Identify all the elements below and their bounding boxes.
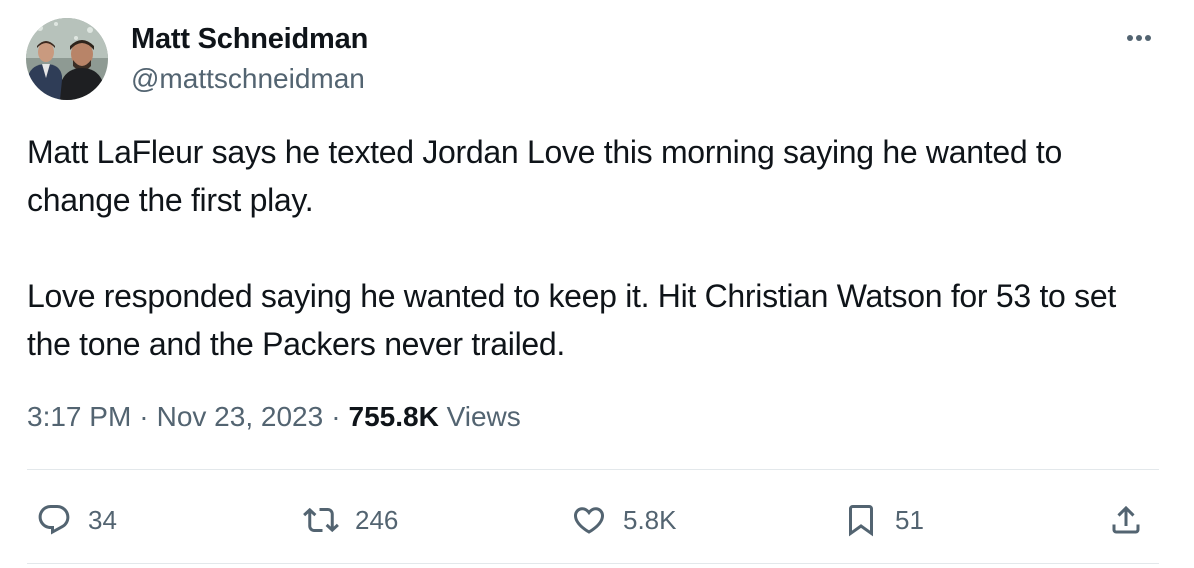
- like-button[interactable]: 5.8K: [571, 496, 677, 544]
- tweet-paragraph: Love responded saying he wanted to keep …: [27, 278, 1116, 362]
- avatar-photo-icon: [26, 18, 108, 100]
- share-upload-icon: [1112, 505, 1140, 534]
- retweet-button[interactable]: 246: [303, 496, 398, 544]
- retweet-icon: [303, 507, 339, 533]
- bookmark-count: 51: [895, 504, 924, 535]
- reply-bubble-icon: [38, 505, 70, 535]
- author-name[interactable]: Matt Schneidman: [131, 22, 368, 56]
- views-count[interactable]: 755.8K: [349, 401, 439, 432]
- bookmark-icon: [849, 505, 873, 537]
- tweet-meta: 3:17 PM · Nov 23, 2023 · 755.8K Views: [27, 399, 521, 435]
- like-count: 5.8K: [623, 504, 677, 535]
- meta-separator: ·: [331, 401, 341, 432]
- views-label: Views: [446, 401, 521, 432]
- tweet-paragraph: Matt LaFleur says he texted Jordan Love …: [27, 134, 1062, 218]
- divider: [27, 469, 1159, 470]
- tweet-time[interactable]: 3:17 PM: [27, 401, 131, 432]
- more-dots-icon: [1127, 35, 1151, 41]
- meta-separator: ·: [139, 401, 149, 432]
- reply-button[interactable]: 34: [36, 496, 117, 544]
- tweet-card: Matt Schneidman @mattschneidman Matt LaF…: [0, 0, 1194, 568]
- bookmark-button[interactable]: 51: [843, 496, 924, 544]
- share-button[interactable]: [1108, 496, 1144, 544]
- reply-count: 34: [88, 504, 117, 535]
- avatar[interactable]: [26, 18, 108, 100]
- more-options-button[interactable]: [1122, 24, 1162, 54]
- tweet-date[interactable]: Nov 23, 2023: [157, 401, 324, 432]
- action-bar: 34 246 5.8K 51: [0, 496, 1194, 544]
- author-handle[interactable]: @mattschneidman: [131, 62, 365, 96]
- divider: [27, 563, 1159, 564]
- tweet-text: Matt LaFleur says he texted Jordan Love …: [27, 128, 1167, 368]
- retweet-count: 246: [355, 504, 399, 535]
- heart-icon: [573, 507, 605, 534]
